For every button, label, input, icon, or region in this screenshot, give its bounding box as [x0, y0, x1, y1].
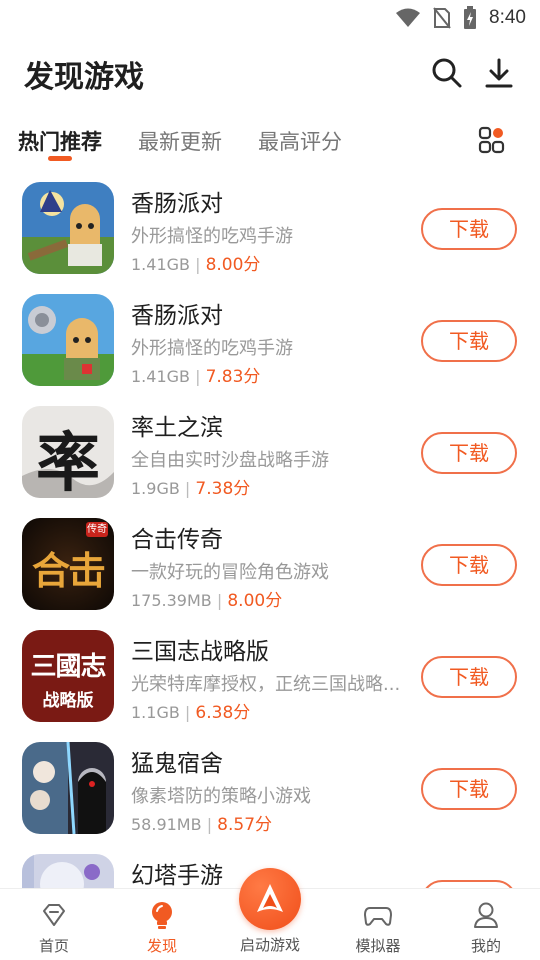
- game-icon-badge: 传奇: [86, 522, 108, 537]
- game-score: 8.57分: [217, 815, 273, 835]
- status-time: 8:40: [489, 7, 526, 28]
- nav-home[interactable]: 首页: [14, 889, 94, 960]
- search-icon: [432, 58, 462, 88]
- game-meta: 1.9GB | 7.38分: [131, 479, 251, 499]
- game-icon-menggui-sushe: [22, 742, 114, 834]
- game-score: 8.00分: [227, 591, 283, 611]
- game-description: 外形搞怪的吃鸡手游: [131, 338, 293, 359]
- header: 发现游戏: [24, 50, 516, 96]
- game-icon-shuaitu: 率: [22, 406, 114, 498]
- game-description: 光荣特库摩授权，正统三国战略...: [131, 674, 401, 695]
- download-button[interactable]: 下载: [421, 432, 517, 474]
- game-size: 1.1GB: [131, 703, 180, 722]
- game-row[interactable]: 率 率土之滨 全自由实时沙盘战略手游 1.9GB | 7.38分 下载: [0, 396, 540, 508]
- tab-latest[interactable]: 最新更新: [138, 126, 222, 156]
- game-name: 香肠派对: [131, 303, 223, 329]
- status-bar: 8:40: [0, 0, 540, 38]
- nav-mine[interactable]: 我的: [446, 889, 526, 960]
- game-meta: 1.1GB | 6.38分: [131, 703, 251, 723]
- page-title: 发现游戏: [24, 60, 144, 95]
- game-name: 猛鬼宿舍: [131, 751, 223, 777]
- download-button[interactable]: 下载: [421, 656, 517, 698]
- download-button[interactable]: 下载: [421, 544, 517, 586]
- no-sim-icon: [433, 7, 451, 29]
- game-score: 7.38分: [195, 479, 251, 499]
- download-icon: [485, 58, 513, 88]
- game-row[interactable]: 猛鬼宿舍 像素塔防的策略小游戏 58.91MB | 8.57分 下载: [0, 732, 540, 844]
- game-meta: 1.41GB | 7.83分: [131, 367, 261, 387]
- game-size: 58.91MB: [131, 815, 202, 834]
- category-tabs: 热门推荐 最新更新 最高评分: [18, 122, 516, 168]
- game-icon-heji-chuanqi: 合击 传奇: [22, 518, 114, 610]
- game-row[interactable]: 香肠派对 外形搞怪的吃鸡手游 1.41GB | 7.83分 下载: [0, 284, 540, 396]
- game-name: 合击传奇: [131, 527, 223, 553]
- game-icon-sanguozhi: 三國志 战略版: [22, 630, 114, 722]
- game-description: 一款好玩的冒险角色游戏: [131, 562, 329, 583]
- nav-label: 发现: [146, 937, 177, 955]
- nav-label: 模拟器: [355, 937, 401, 955]
- game-score: 8.00分: [205, 255, 261, 275]
- game-size: 1.9GB: [131, 479, 180, 498]
- game-icon-sausage-party: [22, 294, 114, 386]
- category-grid-button[interactable]: [478, 126, 506, 154]
- nav-label: 首页: [38, 937, 69, 955]
- game-list: 香肠派对 外形搞怪的吃鸡手游 1.41GB | 8.00分 下载 香肠派对 外形…: [0, 172, 540, 890]
- game-size: 1.41GB: [131, 255, 190, 274]
- game-score: 7.83分: [205, 367, 261, 387]
- game-row[interactable]: 合击 传奇 合击传奇 一款好玩的冒险角色游戏 175.39MB | 8.00分 …: [0, 508, 540, 620]
- download-button[interactable]: 下载: [421, 320, 517, 362]
- game-name: 幻塔手游: [131, 863, 223, 889]
- gamepad-icon: [364, 907, 392, 926]
- game-meta: 175.39MB | 8.00分: [131, 591, 283, 611]
- diamond-icon: [43, 904, 65, 926]
- nav-emulator[interactable]: 模拟器: [338, 889, 418, 960]
- game-icon-sausage-party: [22, 182, 114, 274]
- grid-icon: [478, 126, 505, 154]
- game-name: 率土之滨: [131, 415, 223, 441]
- lightbulb-icon: [152, 902, 172, 929]
- nav-discover[interactable]: 发现: [122, 889, 202, 960]
- game-icon-subtitle: 战略版: [42, 691, 94, 711]
- game-size: 175.39MB: [131, 591, 212, 610]
- user-icon: [474, 902, 498, 928]
- tab-hot[interactable]: 热门推荐: [18, 126, 102, 156]
- battery-charging-icon: [464, 6, 477, 29]
- game-description: 全自由实时沙盘战略手游: [131, 450, 329, 471]
- game-icon-glyph: 三國志: [30, 652, 106, 682]
- download-manager-button[interactable]: [482, 56, 516, 90]
- game-name: 香肠派对: [131, 191, 223, 217]
- nav-label: 我的: [470, 937, 501, 955]
- game-row[interactable]: 香肠派对 外形搞怪的吃鸡手游 1.41GB | 8.00分 下载: [0, 172, 540, 284]
- tab-top-rated[interactable]: 最高评分: [258, 126, 342, 156]
- game-icon-huanta: [22, 854, 114, 890]
- game-score: 6.38分: [195, 703, 251, 723]
- game-name: 三国志战略版: [131, 639, 269, 665]
- game-row[interactable]: 三國志 战略版 三国志战略版 光荣特库摩授权，正统三国战略... 1.1GB |…: [0, 620, 540, 732]
- game-meta: 1.41GB | 8.00分: [131, 255, 261, 275]
- game-icon-glyph: 合击: [31, 548, 106, 593]
- launch-game-button[interactable]: [239, 868, 301, 930]
- game-size: 1.41GB: [131, 367, 190, 386]
- launch-game-label: 启动游戏: [239, 936, 300, 954]
- download-button[interactable]: 下载: [421, 208, 517, 250]
- wifi-icon: [396, 8, 421, 27]
- game-description: 外形搞怪的吃鸡手游: [131, 226, 293, 247]
- game-meta: 58.91MB | 8.57分: [131, 815, 273, 835]
- game-description: 像素塔防的策略小游戏: [131, 786, 311, 807]
- search-button[interactable]: [430, 56, 464, 90]
- launch-icon: [257, 884, 283, 912]
- tab-indicator: [48, 156, 72, 161]
- game-icon-glyph: 率: [36, 426, 100, 498]
- download-button[interactable]: 下载: [421, 768, 517, 810]
